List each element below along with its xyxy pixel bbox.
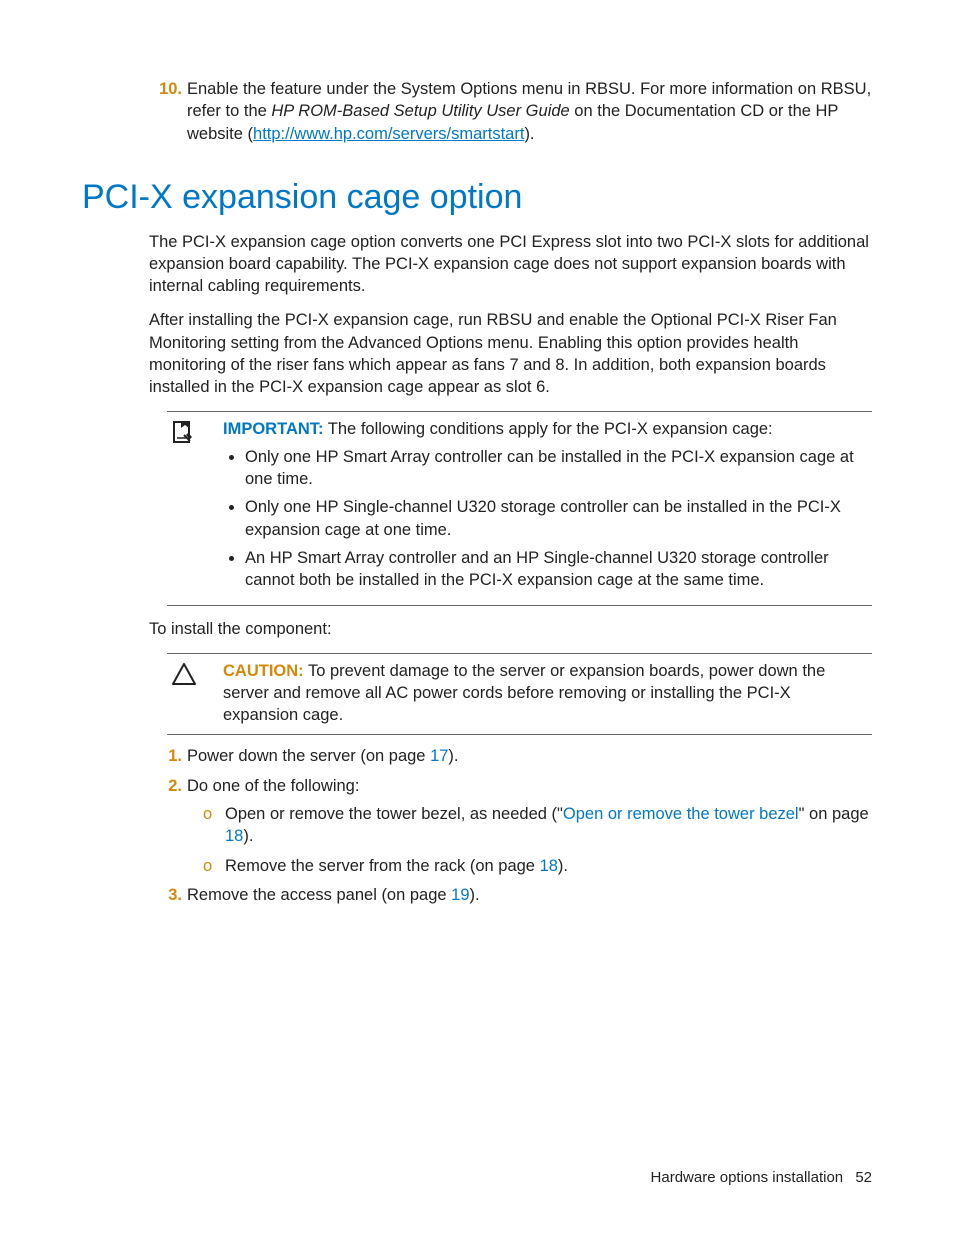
install-steps: 1. Power down the server (on page 17). 2… — [82, 745, 872, 906]
tower-bezel-link[interactable]: Open or remove the tower bezel — [563, 805, 799, 823]
footer-page: 52 — [855, 1169, 872, 1186]
important-text: IMPORTANT: The following conditions appl… — [223, 418, 872, 598]
important-label: IMPORTANT: — [223, 420, 324, 438]
caution-callout: CAUTION: To prevent damage to the server… — [167, 653, 872, 736]
step2-text: Do one of the following: — [187, 777, 359, 795]
step1-pre: Power down the server (on page — [187, 747, 430, 765]
step-marker: 2. — [154, 775, 182, 797]
step10-italic: HP ROM-Based Setup Utility User Guide — [271, 102, 569, 120]
caution-text: CAUTION: To prevent damage to the server… — [223, 660, 872, 727]
step-2b: o Remove the server from the rack (on pa… — [225, 855, 872, 877]
caution-body: To prevent damage to the server or expan… — [223, 662, 825, 725]
s2a-pre: Open or remove the tower bezel, as neede… — [225, 805, 563, 823]
important-lead: The following conditions apply for the P… — [324, 420, 773, 438]
important-icon — [167, 418, 223, 598]
list-item-step-10: 10. Enable the feature under the System … — [187, 78, 872, 145]
s2a-mid: " on page — [799, 805, 869, 823]
step-marker: 1. — [154, 745, 182, 767]
page-ref-19[interactable]: 19 — [451, 886, 469, 904]
step1-post: ). — [448, 747, 458, 765]
sub-marker: o — [203, 855, 212, 877]
footer-section: Hardware options installation — [651, 1169, 844, 1186]
caution-icon — [167, 660, 223, 727]
page-ref-18b[interactable]: 18 — [540, 857, 558, 875]
page-ref-17[interactable]: 17 — [430, 747, 448, 765]
paragraph-1: The PCI-X expansion cage option converts… — [149, 231, 872, 298]
install-lead: To install the component: — [149, 618, 872, 640]
step3-pre: Remove the access panel (on page — [187, 886, 451, 904]
important-item-3: An HP Smart Array controller and an HP S… — [245, 547, 864, 592]
section-heading: PCI-X expansion cage option — [82, 175, 872, 221]
important-item-2: Only one HP Single-channel U320 storage … — [245, 496, 864, 541]
s2b-post: ). — [558, 857, 568, 875]
smartstart-link[interactable]: http://www.hp.com/servers/smartstart — [253, 125, 524, 143]
step-10-continued: 10. Enable the feature under the System … — [82, 78, 872, 145]
step-2: 2. Do one of the following: o Open or re… — [187, 775, 872, 877]
step-2a: o Open or remove the tower bezel, as nee… — [225, 803, 872, 848]
page-footer: Hardware options installation 52 — [651, 1168, 872, 1188]
step-3: 3. Remove the access panel (on page 19). — [187, 884, 872, 906]
step-marker: 10. — [154, 78, 182, 100]
sub-marker: o — [203, 803, 212, 825]
important-item-1: Only one HP Smart Array controller can b… — [245, 446, 864, 491]
step-marker: 3. — [154, 884, 182, 906]
s2a-post: ). — [243, 827, 253, 845]
step10-text-3: ). — [524, 125, 534, 143]
step-1: 1. Power down the server (on page 17). — [187, 745, 872, 767]
paragraph-2: After installing the PCI-X expansion cag… — [149, 309, 872, 398]
important-bullets: Only one HP Smart Array controller can b… — [223, 446, 864, 592]
step3-post: ). — [470, 886, 480, 904]
important-callout: IMPORTANT: The following conditions appl… — [167, 411, 872, 607]
page-ref-18a[interactable]: 18 — [225, 827, 243, 845]
s2b-pre: Remove the server from the rack (on page — [225, 857, 540, 875]
caution-label: CAUTION: — [223, 662, 304, 680]
step-2-sublist: o Open or remove the tower bezel, as nee… — [187, 803, 872, 877]
